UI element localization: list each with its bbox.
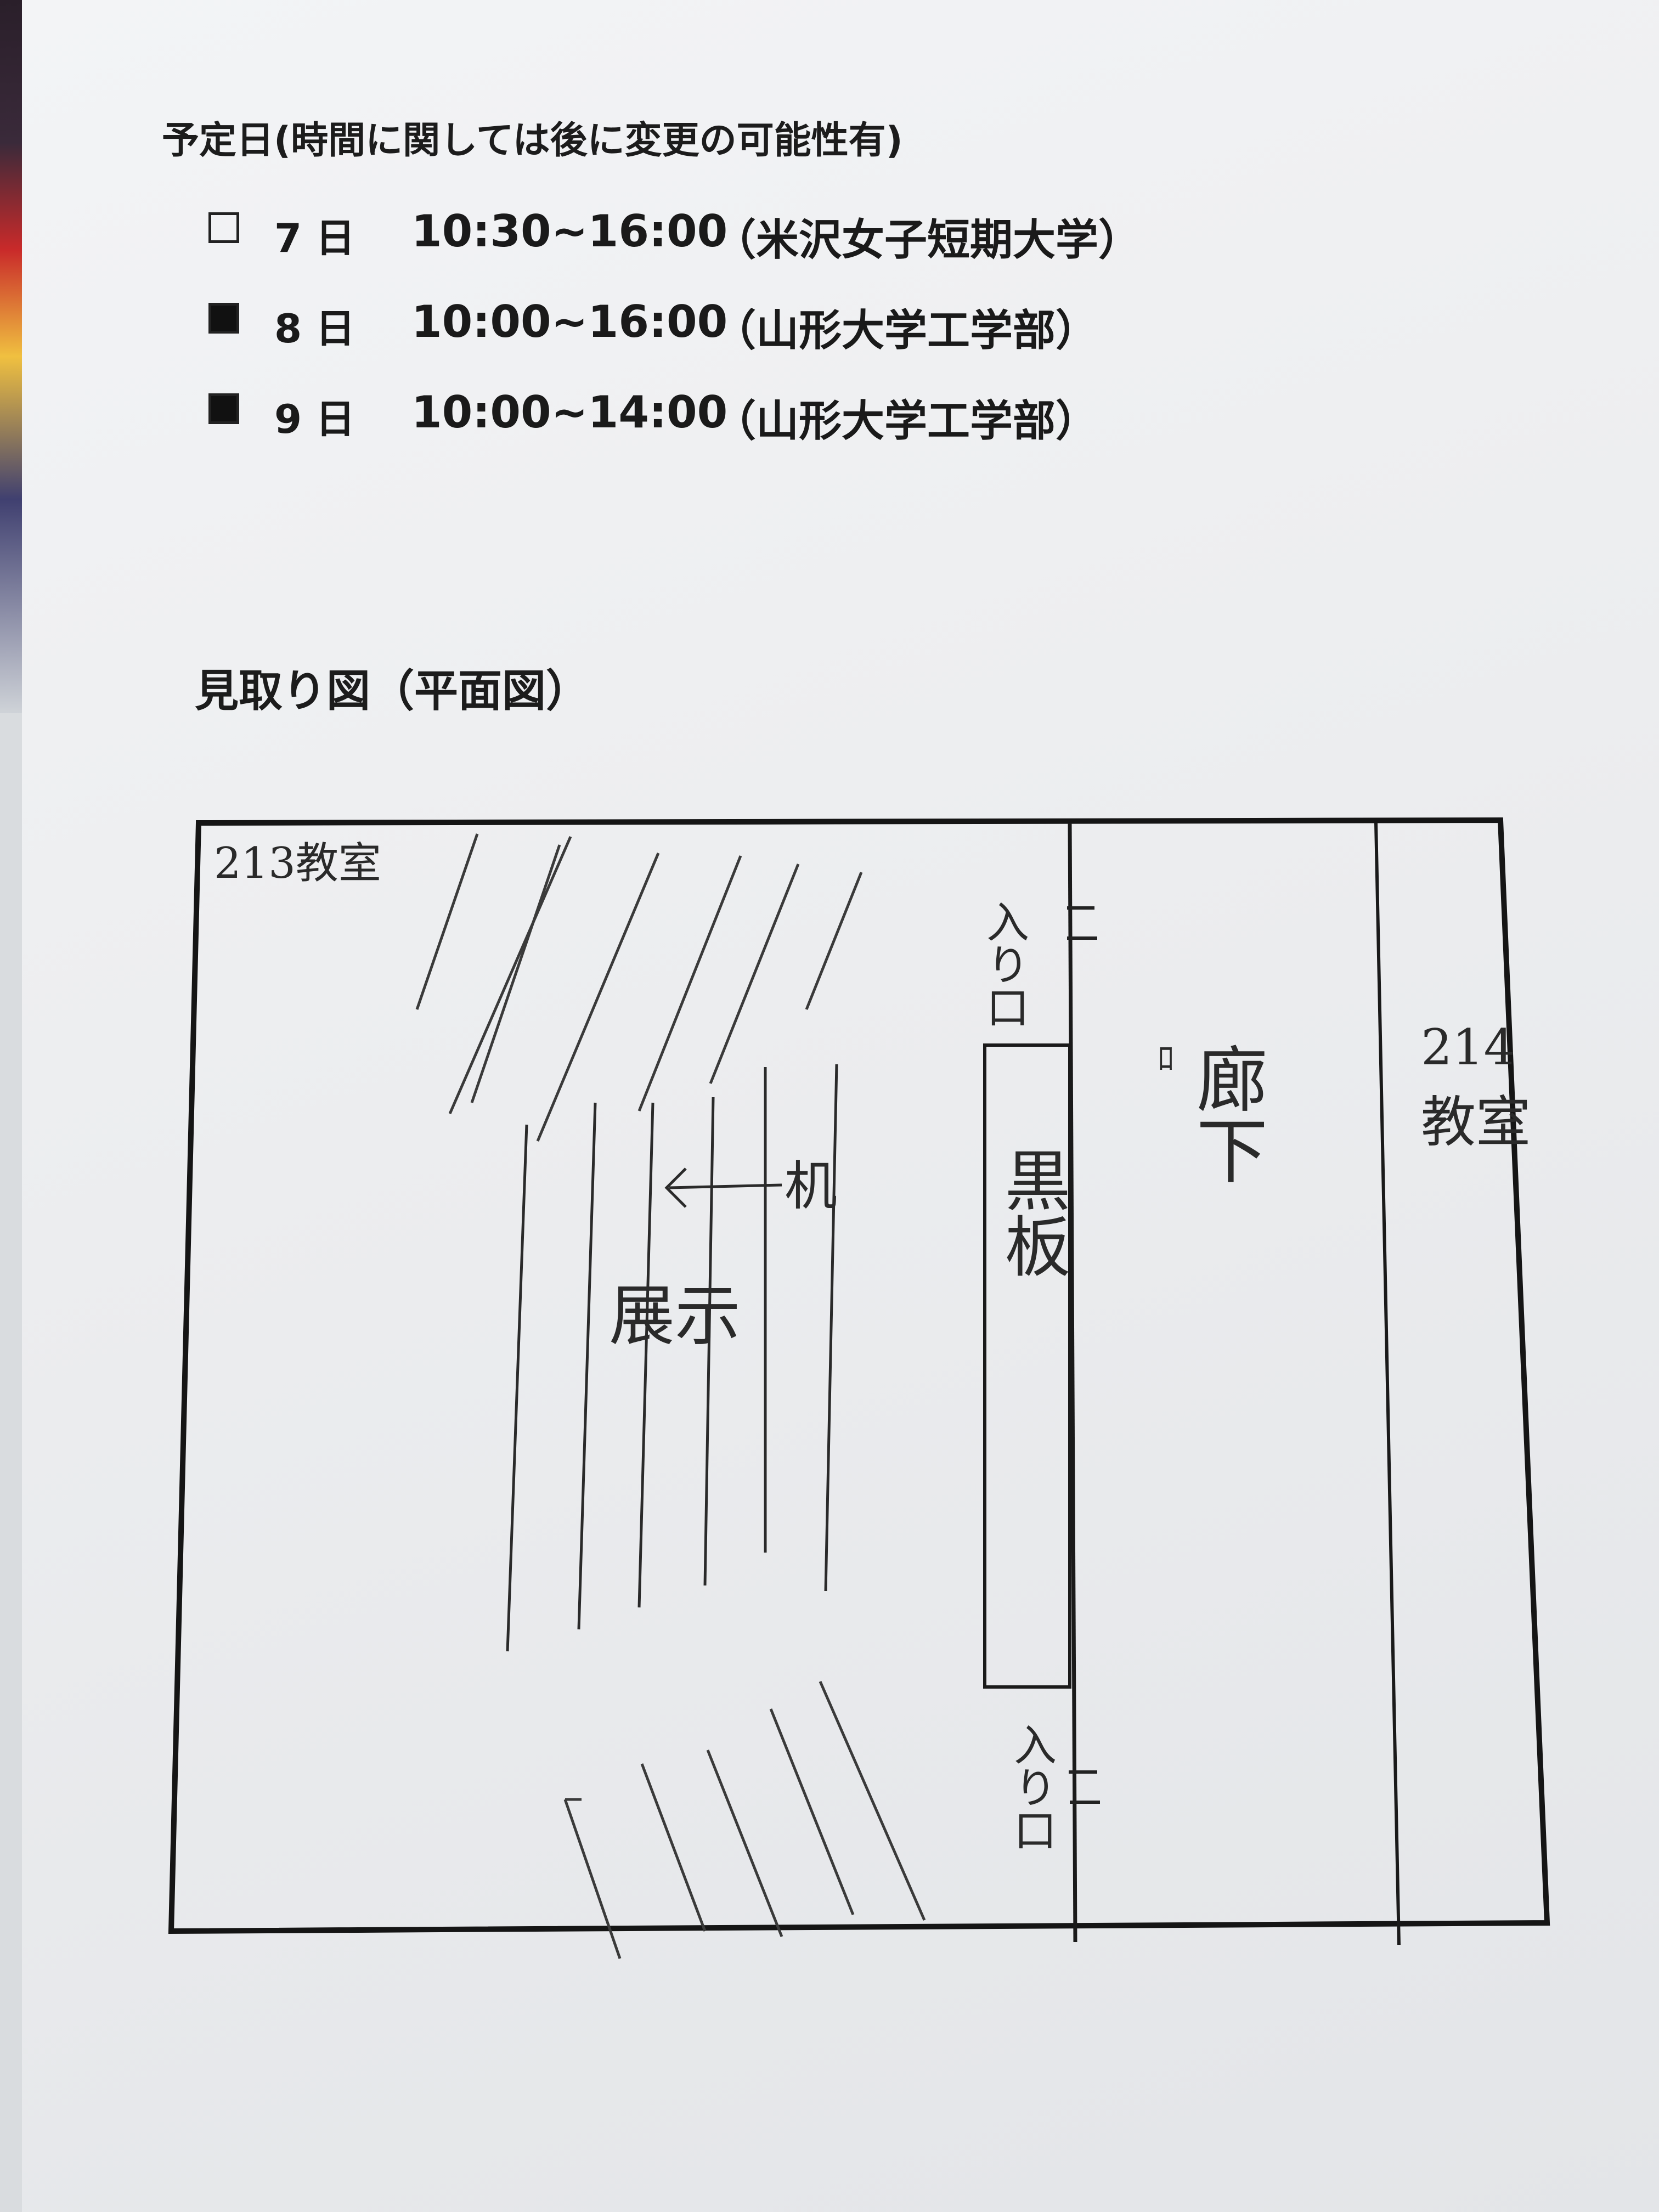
- exhibit-label: 展示: [609, 1278, 741, 1355]
- floorplan-frame: [168, 817, 1550, 1934]
- entrance-label-top: 入り口: [979, 900, 1029, 1028]
- floorplan-diagram: ﾛ 213教室 入り口 入り口 黒板 廊下 214 教室 机 展示: [168, 817, 1550, 1959]
- blackboard-outline: [983, 1043, 1071, 1689]
- desk-lines: [506, 1064, 838, 1652]
- blackboard-label: 黒板: [994, 1147, 1070, 1278]
- hatch-lines-lower: [563, 1680, 926, 1959]
- entrance-label-bottom: 入り口: [1007, 1723, 1056, 1851]
- corridor-wall-line: [1374, 822, 1401, 1945]
- desk-label: 机: [785, 1155, 837, 1217]
- room-label-214-word: 教室: [1421, 1090, 1531, 1154]
- corridor-label: 廊下: [1184, 1042, 1268, 1185]
- room-label-213: 213教室: [214, 839, 381, 888]
- room-label-214-number: 214: [1421, 1019, 1515, 1076]
- corridor-mark: ﾛ: [1158, 1040, 1174, 1078]
- hatch-lines-upper: [415, 833, 863, 1142]
